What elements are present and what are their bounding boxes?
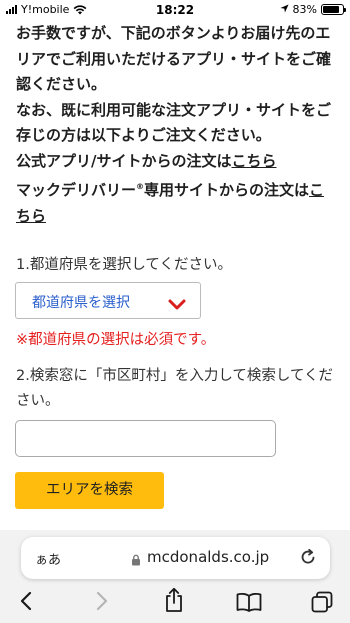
notice-line-1: お手数ですが、下記のボタンよりお届け先のエリアでご利用いただけるアプリ・サイトを…: [16, 24, 332, 93]
share-icon[interactable]: [164, 587, 184, 617]
url-text: mcdonalds.co.jp: [147, 548, 270, 566]
tabs-icon[interactable]: [311, 591, 333, 617]
status-right: 83%: [279, 3, 346, 16]
battery-icon: [321, 4, 346, 15]
delivery-brand-text: マックデリバリー: [16, 181, 137, 199]
registered-mark: ®: [136, 182, 145, 191]
prefecture-select[interactable]: 都道府県を選択: [15, 282, 201, 319]
city-search-input[interactable]: [15, 420, 276, 457]
order-notice: お手数ですが、下記のボタンよりお届け先のエリアでご利用いただけるアプリ・サイトを…: [16, 21, 338, 229]
official-order-text: 公式アプリ/サイトからの注文は: [16, 151, 232, 170]
official-order-line: 公式アプリ/サイトからの注文はこちら: [16, 149, 338, 175]
prefecture-select-value: 都道府県を選択: [32, 295, 130, 311]
lock-icon: [131, 551, 141, 570]
delivery-order-line: マックデリバリー®専用サイトからの注文はこちら: [16, 174, 338, 229]
forward-icon[interactable]: [95, 590, 109, 616]
back-icon[interactable]: [19, 590, 33, 616]
chevron-down-icon: [168, 295, 186, 314]
prefecture-error-message: ※都道府県の選択は必須です。: [16, 332, 216, 348]
battery-percent: 83%: [292, 3, 317, 16]
page-settings-button[interactable]: ぁあ: [35, 549, 61, 568]
delivery-order-text: 専用サイトからの注文は: [144, 181, 310, 199]
notice-line-2: なお、既に利用可能な注文アプリ・サイトをご存じの方は以下よりご注文ください。: [16, 100, 332, 145]
reload-icon[interactable]: [299, 548, 317, 570]
official-order-link[interactable]: こちら: [231, 152, 276, 170]
step2-label: 2.検索窓に「市区町村」を入力して検索してください。: [16, 368, 334, 409]
bookmarks-icon[interactable]: [236, 592, 262, 616]
location-arrow-icon: [279, 3, 289, 16]
address-bar[interactable]: ぁあ mcdonalds.co.jp: [21, 537, 330, 579]
step1-label: 1.都道府県を選択してください。: [16, 257, 232, 273]
status-bar: Y!mobile 18:22 83%: [0, 0, 350, 20]
area-search-button[interactable]: エリアを検索: [15, 472, 164, 509]
